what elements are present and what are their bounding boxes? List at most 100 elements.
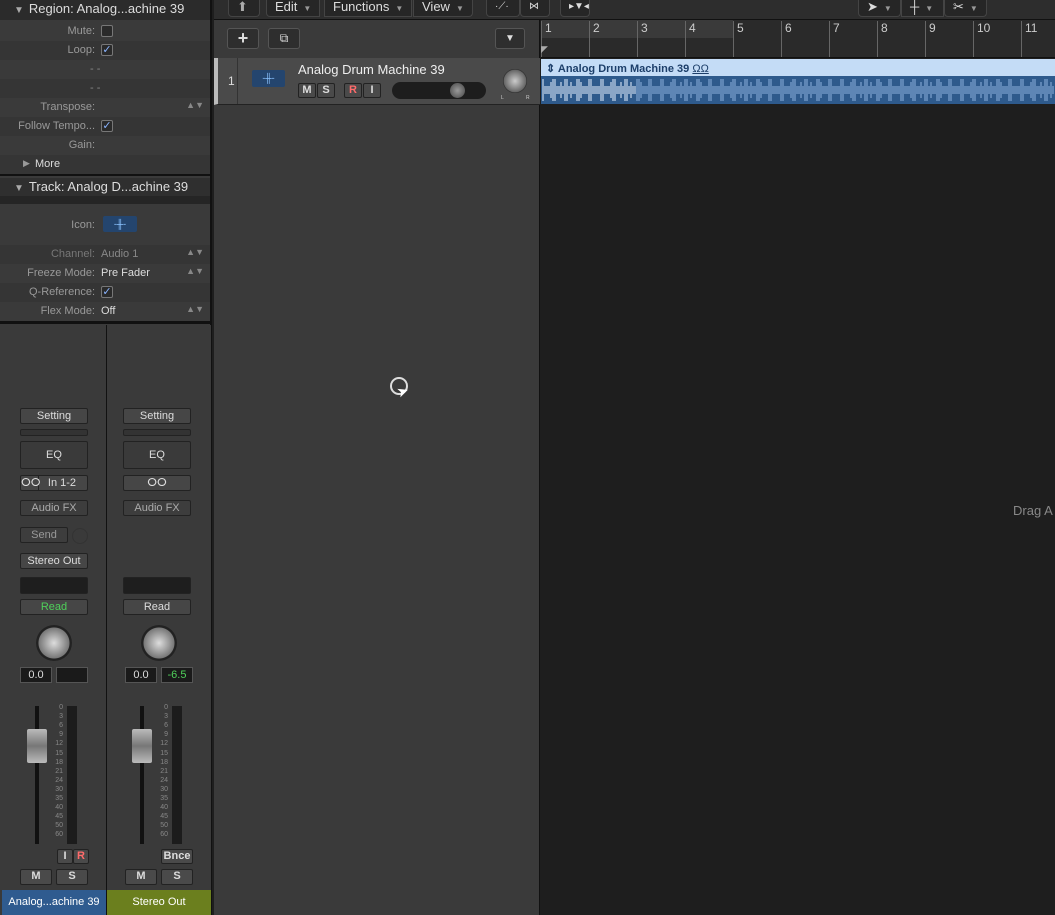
send-slot[interactable]: Send <box>20 527 68 543</box>
global-tracks-icon[interactable]: ▼ <box>495 28 525 49</box>
track-row[interactable]: 1 -╫- Analog Drum Machine 39 M S R I L R <box>214 58 540 105</box>
track-volume-slider[interactable] <box>392 82 486 99</box>
eq-button[interactable]: EQ <box>123 441 191 469</box>
track-record-button[interactable]: R <box>344 83 362 98</box>
pointer-tool-icon[interactable]: ➤ ▼ <box>858 0 901 17</box>
offset-row-2[interactable]: - - <box>0 79 210 98</box>
q-reference-checkbox[interactable]: ✓ <box>101 286 113 298</box>
freeze-mode-row[interactable]: Freeze Mode: Pre Fader ▲▼ <box>0 264 210 283</box>
flex-icon[interactable]: ⋈ <box>520 0 550 17</box>
automation-mode-button[interactable]: Read <box>123 599 191 615</box>
input-monitor-button[interactable]: I <box>57 849 73 864</box>
bar-number: 2 <box>589 21 600 57</box>
flex-mode-row[interactable]: Flex Mode: Off ▲▼ <box>0 302 210 321</box>
stepper-icon[interactable]: ▲▼ <box>186 304 204 314</box>
meter-scale-label: 35 <box>55 795 63 802</box>
meter-scale-label: 60 <box>55 831 63 839</box>
q-reference-label: Q-Reference: <box>28 286 95 298</box>
track-name[interactable]: Analog Drum Machine 39 <box>298 62 445 77</box>
automation-icon[interactable]: ·⟋· <box>486 0 520 17</box>
channel-strip-name[interactable]: Analog...achine 39 <box>2 890 106 915</box>
eq-button[interactable]: EQ <box>20 441 88 469</box>
slider-handle[interactable] <box>450 83 465 98</box>
chevron-down-icon: ▼ <box>455 4 464 13</box>
pan-knob[interactable] <box>36 625 72 661</box>
automation-mode-button[interactable]: Read <box>20 599 88 615</box>
volume-fader-track[interactable] <box>140 706 144 844</box>
view-label: View <box>422 0 450 14</box>
mute-button[interactable]: M <box>20 869 52 885</box>
input-value: In 1-2 <box>47 477 77 489</box>
scissors-tool-icon[interactable]: ✂ ▼ <box>944 0 987 17</box>
follow-tempo-checkbox[interactable]: ✓ <box>101 120 113 132</box>
volume-fader-handle[interactable] <box>132 729 152 763</box>
transpose-row[interactable]: Transpose: ▲▼ <box>0 98 210 117</box>
channel-label: Channel: <box>50 248 95 260</box>
volume-fader-handle[interactable] <box>27 729 47 763</box>
catch-playhead-icon[interactable]: ⬆ <box>228 0 260 17</box>
more-row[interactable]: ▶ More <box>0 155 210 174</box>
meter-scale-label: 45 <box>55 813 63 821</box>
gain-row[interactable]: Gain: <box>0 136 210 155</box>
stepper-icon[interactable]: ▲▼ <box>186 266 204 276</box>
loop-icon: ΩΩ <box>692 63 709 75</box>
waveform-icon[interactable]: -╫- <box>103 216 137 232</box>
input-slot[interactable]: ⵔⵔ In 1-2 <box>20 475 88 491</box>
flex-mode-label: Flex Mode: <box>40 305 95 317</box>
snap-icon[interactable]: ▸▼◂ <box>560 0 590 17</box>
loop-checkbox[interactable]: ✓ <box>101 44 113 56</box>
gain-slot[interactable] <box>123 429 191 436</box>
icon-label: Icon: <box>71 219 95 231</box>
channel-row: Channel: Audio 1 ▲▼ <box>0 245 210 264</box>
audio-fx-slot[interactable]: Audio FX <box>123 500 191 516</box>
pan-knob[interactable] <box>141 625 177 661</box>
track-inspector-header[interactable]: ▼ Track: Analog D...achine 39 <box>0 178 210 204</box>
edit-menu[interactable]: Edit ▼ <box>266 0 321 17</box>
setting-button[interactable]: Setting <box>123 408 191 424</box>
view-menu[interactable]: View ▼ <box>413 0 473 17</box>
group-slot[interactable] <box>20 577 88 594</box>
track-mute-button[interactable]: M <box>298 83 316 98</box>
audio-region[interactable]: ⇕ Analog Drum Machine 39 ΩΩ <box>541 59 1055 104</box>
gain-slot[interactable] <box>20 429 88 436</box>
icon-row: Icon: -╫- <box>0 212 210 238</box>
track-solo-button[interactable]: S <box>317 83 335 98</box>
record-enable-button[interactable]: R <box>73 849 89 864</box>
mute-button[interactable]: M <box>125 869 157 885</box>
solo-button[interactable]: S <box>56 869 88 885</box>
send-knob[interactable] <box>72 528 88 544</box>
meter-scale-label: 18 <box>160 758 168 766</box>
stereo-link-icon[interactable]: ⵔⵔ <box>123 475 191 491</box>
mute-label: Mute: <box>67 25 95 37</box>
solo-button[interactable]: S <box>161 869 193 885</box>
output-slot[interactable]: Stereo Out <box>20 553 88 569</box>
region-name: ⇕ Analog Drum Machine 39 ΩΩ <box>546 63 709 75</box>
bounce-button[interactable]: Bnce <box>161 849 193 864</box>
drag-hint-text: Drag A <box>1013 503 1053 518</box>
audio-fx-slot[interactable]: Audio FX <box>20 500 88 516</box>
flex-mode-value[interactable]: Off <box>101 305 115 317</box>
waveform-icon[interactable]: -╫- <box>252 70 285 87</box>
mute-checkbox[interactable] <box>101 25 113 37</box>
volume-readout: 0.0 <box>125 667 157 683</box>
region-name-text: Analog Drum Machine 39 <box>557 63 690 75</box>
stereo-link-icon[interactable]: ⵔⵔ <box>21 476 41 490</box>
setting-button[interactable]: Setting <box>20 408 88 424</box>
offset-row[interactable]: - - <box>0 60 210 79</box>
level-meter <box>67 706 77 844</box>
group-slot[interactable] <box>123 577 191 594</box>
channel-strip-name[interactable]: Stereo Out <box>107 890 211 915</box>
playhead-icon[interactable]: ◤ <box>541 44 548 55</box>
track-header-title: Track: Analog D...achine 39 <box>28 179 189 194</box>
volume-fader-track[interactable] <box>35 706 39 844</box>
add-track-button[interactable]: + <box>227 28 259 49</box>
region-inspector-header[interactable]: ▼ Region: Analog...achine 39 <box>0 0 210 20</box>
crosshair-tool-icon[interactable]: ┼ ▼ <box>901 0 944 17</box>
functions-menu[interactable]: Functions ▼ <box>324 0 413 17</box>
stepper-icon[interactable]: ▲▼ <box>186 100 204 110</box>
freeze-mode-value[interactable]: Pre Fader <box>101 267 150 279</box>
track-input-monitor-button[interactable]: I <box>363 83 381 98</box>
new-track-with-settings-icon[interactable]: ⧉ <box>268 28 300 49</box>
timeline-ruler[interactable]: 1 2 3 4 5 6 7 8 9 10 11 ◤ <box>541 20 1055 58</box>
track-pan-knob[interactable] <box>503 69 527 93</box>
